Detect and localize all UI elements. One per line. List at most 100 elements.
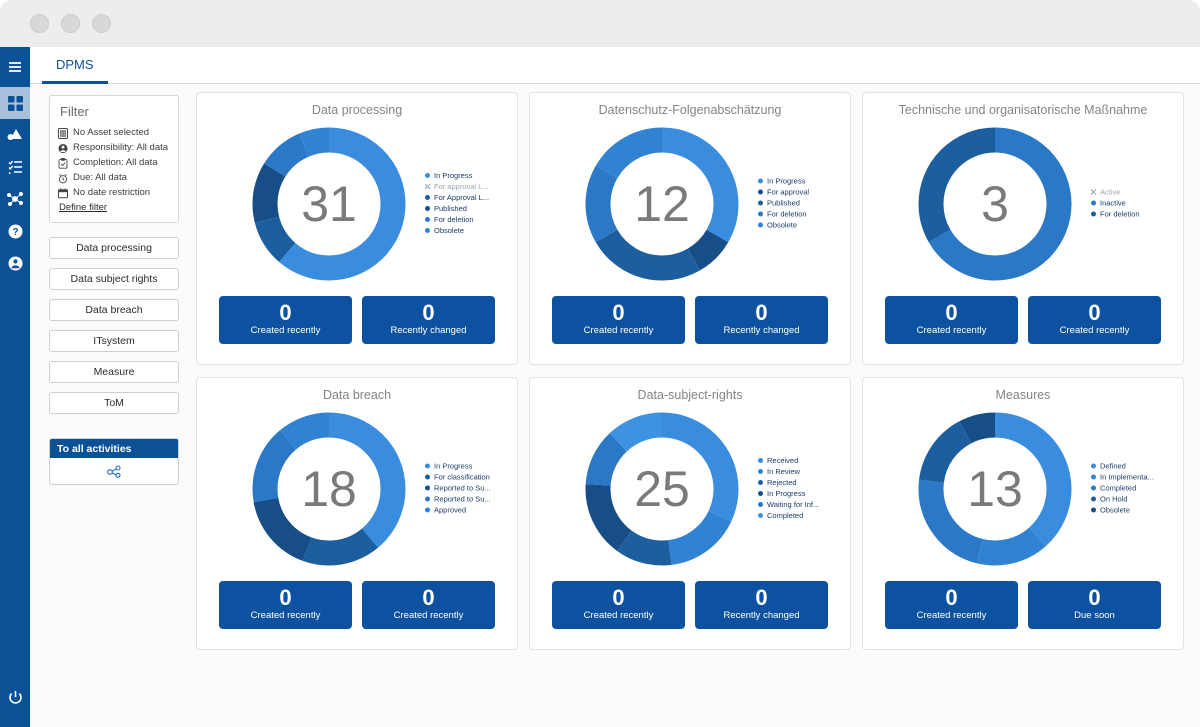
legend-label: Published	[767, 198, 800, 208]
legend-item[interactable]: In Review	[758, 466, 844, 477]
donut-chart[interactable]: 31	[248, 123, 410, 285]
legend-item[interactable]: For deletion	[758, 209, 844, 220]
hamburger-menu-icon[interactable]	[0, 47, 30, 87]
window-maximize-dot[interactable]	[92, 14, 111, 33]
stat-tile-due-soon[interactable]: 0 Due soon	[1028, 581, 1161, 629]
legend-item[interactable]: Reported to Su...	[425, 494, 511, 505]
legend-item[interactable]: In Implementa...	[1091, 472, 1177, 483]
legend-item[interactable]: Inactive	[1091, 198, 1177, 209]
help-circle-icon[interactable]: ?	[0, 215, 30, 247]
dashboard-grid-icon[interactable]	[0, 87, 30, 119]
legend-item[interactable]: For deletion	[1091, 209, 1177, 220]
filter-row-responsibility[interactable]: Responsibility: All data	[58, 141, 170, 155]
legend-label: In Review	[767, 467, 800, 476]
legend-item[interactable]: Rejected	[758, 477, 844, 488]
stat-tile-created-recently[interactable]: 0 Created recently	[552, 296, 685, 344]
donut-center-value: 3	[981, 176, 1009, 232]
legend-color-dot	[758, 480, 763, 485]
filter-row-due[interactable]: Due: All data	[58, 171, 170, 185]
legend-item[interactable]: For classification	[425, 472, 511, 483]
nav-button-data-subject-rights[interactable]: Data subject rights	[49, 268, 179, 290]
stat-tile-recently-changed[interactable]: 0 Recently changed	[362, 296, 495, 344]
legend-item[interactable]: In Progress	[758, 488, 844, 499]
legend-color-dot	[425, 485, 430, 491]
donut-chart[interactable]: 25	[581, 408, 743, 570]
network-graph-icon[interactable]	[0, 183, 30, 215]
legend-label: For deletion	[434, 215, 474, 224]
nav-button-data-processing[interactable]: Data processing	[49, 237, 179, 259]
filter-row-completion[interactable]: Completion: All data	[58, 156, 170, 170]
legend-item[interactable]: In Progress	[758, 176, 844, 187]
legend-item[interactable]: Published	[425, 203, 511, 214]
card-technische-und-organisatorische-ma-nahme: Technische und organisatorische Maßnahme…	[862, 92, 1184, 365]
legend-item[interactable]: Obsolete	[1091, 505, 1177, 516]
stat-label: Due soon	[1074, 610, 1115, 621]
legend-item[interactable]: Defined	[1091, 461, 1177, 472]
assets-icon[interactable]	[0, 119, 30, 151]
legend-item[interactable]: In Progress	[425, 170, 511, 181]
user-account-icon[interactable]	[0, 247, 30, 279]
window-close-dot[interactable]	[30, 14, 49, 33]
legend-color-dot	[1091, 211, 1096, 217]
filter-row-date[interactable]: No date restriction	[58, 186, 170, 200]
task-list-icon[interactable]	[0, 151, 30, 183]
stat-label: Created recently	[393, 610, 464, 621]
legend-item[interactable]: For approval	[758, 187, 844, 198]
stat-value: 0	[279, 585, 292, 610]
donut-chart[interactable]: 12	[581, 123, 743, 285]
stat-value: 0	[279, 300, 292, 325]
filter-row-asset[interactable]: No Asset selected	[58, 126, 170, 140]
stat-label: Created recently	[583, 325, 654, 336]
legend-item[interactable]: Waiting for Inf...	[758, 499, 844, 510]
nav-button-measure[interactable]: Measure	[49, 361, 179, 383]
legend-item[interactable]: In Progress	[425, 461, 511, 472]
legend-hidden-icon	[425, 184, 430, 189]
stat-tile-created-recently[interactable]: 0 Created recently	[885, 296, 1018, 344]
nav-button-itsystem[interactable]: ITsystem	[49, 330, 179, 352]
legend-item[interactable]: For approval L...	[425, 181, 511, 192]
legend-item[interactable]: Obsolete	[758, 220, 844, 231]
nav-button-tom[interactable]: ToM	[49, 392, 179, 414]
stat-label: Created recently	[916, 610, 987, 621]
legend-item[interactable]: Approved	[425, 505, 511, 516]
tab-dpms[interactable]: DPMS	[42, 47, 108, 84]
donut-chart[interactable]: 18	[248, 408, 410, 570]
define-filter-link[interactable]: Define filter	[59, 202, 170, 213]
window-minimize-dot[interactable]	[61, 14, 80, 33]
filter-title: Filter	[60, 104, 89, 119]
legend-item[interactable]: For deletion	[425, 214, 511, 225]
legend-item[interactable]: On Hold	[1091, 494, 1177, 505]
nav-button-data-breach[interactable]: Data breach	[49, 299, 179, 321]
stat-tile-created-recently[interactable]: 0 Created recently	[552, 581, 685, 629]
activities-share-icon[interactable]	[50, 458, 178, 484]
legend-label: Completed	[1100, 483, 1137, 493]
legend-item[interactable]: Obsolete	[425, 225, 511, 236]
legend-item[interactable]: Completed	[1091, 483, 1177, 494]
donut-chart[interactable]: 13	[914, 408, 1076, 570]
stat-tile-created-recently[interactable]: 0 Created recently	[219, 296, 352, 344]
legend-label: For deletion	[1100, 209, 1140, 219]
legend-item[interactable]: Reported to Su...	[425, 483, 511, 494]
stat-tile-created-recently[interactable]: 0 Created recently	[219, 581, 352, 629]
chart-legend: In Progress For approval Published For dele…	[758, 176, 844, 231]
legend-item[interactable]: For Approval L...	[425, 192, 511, 203]
legend-item[interactable]: Received	[758, 455, 844, 466]
stat-tile-created-recently[interactable]: 0 Created recently	[1028, 296, 1161, 344]
stat-label: Created recently	[250, 610, 321, 621]
legend-label: Defined	[1100, 461, 1126, 471]
donut-chart[interactable]: 3	[914, 123, 1076, 285]
stat-tile-created-recently[interactable]: 0 Created recently	[362, 581, 495, 629]
stat-tile-created-recently[interactable]: 0 Created recently	[885, 581, 1018, 629]
to-all-activities-panel: To all activities	[49, 438, 179, 485]
legend-item[interactable]: Completed	[758, 510, 844, 521]
legend-item[interactable]: Active	[1091, 187, 1177, 198]
power-icon[interactable]	[0, 681, 30, 713]
legend-color-dot	[758, 502, 763, 507]
legend-item[interactable]: Published	[758, 198, 844, 209]
svg-text:?: ?	[12, 227, 18, 238]
stat-label: Created recently	[583, 610, 654, 621]
stat-tile-recently-changed[interactable]: 0 Recently changed	[695, 581, 828, 629]
to-all-activities-header[interactable]: To all activities	[50, 439, 178, 458]
legend-color-dot	[425, 496, 430, 502]
stat-tile-recently-changed[interactable]: 0 Recently changed	[695, 296, 828, 344]
